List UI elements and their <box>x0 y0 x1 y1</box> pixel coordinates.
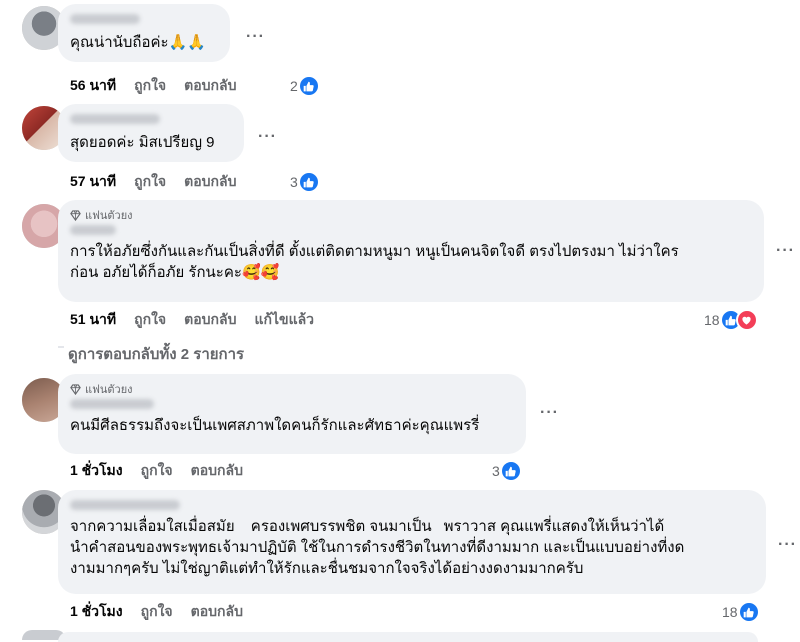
comment-text: คนมีศีลธรรมถึงจะเป็นเพศสภาพใดคนก็รักและศ… <box>70 417 480 434</box>
top-fan-badge: แฟนตัวยง <box>70 382 514 396</box>
more-options-button[interactable]: ··· <box>540 404 559 422</box>
comment-actions: 1 ชั่วโมง ถูกใจ ตอบกลับ <box>70 602 243 622</box>
author-name[interactable] <box>70 225 116 235</box>
author-name[interactable] <box>70 14 140 24</box>
diamond-icon <box>70 209 81 221</box>
diamond-icon <box>70 383 81 395</box>
reaction-summary[interactable]: 18 <box>704 309 758 331</box>
reply-button[interactable]: ตอบกลับ <box>184 171 236 193</box>
comment-text: สุดยอดค่ะ มิสเปรียญ 9 <box>70 134 215 151</box>
reaction-count: 18 <box>704 312 720 328</box>
comment-time[interactable]: 56 นาที <box>70 75 116 97</box>
author-name[interactable] <box>70 114 160 124</box>
comment-time[interactable]: 1 ชั่วโมง <box>70 460 123 482</box>
comment-bubble: แฟนตัวยง คนมีศีลธรรมถึงจะเป็นเพศสภาพใดคน… <box>58 374 526 454</box>
comment-actions: 57 นาที ถูกใจ ตอบกลับ <box>70 172 236 192</box>
comment-text: จากความเลื่อมใสเมื่อสมัย ครองเพศบรรพชิต… <box>70 518 685 577</box>
more-options-button[interactable]: ··· <box>778 536 797 554</box>
like-icon <box>737 601 760 623</box>
comment-text: การให้อภัยซึ่งกันและกันเป็นสิ่งที่ดี ตั้… <box>70 243 679 281</box>
view-replies-link[interactable]: ดูการตอบกลับทั้ง 2 รายการ <box>68 342 244 366</box>
reaction-summary[interactable]: 3 <box>290 171 320 193</box>
reply-button[interactable]: ตอบกลับ <box>191 460 243 482</box>
comment-bubble: สุดยอดค่ะ มิสเปรียญ 9 <box>58 104 244 162</box>
reaction-count: 2 <box>290 78 298 94</box>
reaction-summary[interactable]: 2 <box>290 75 320 97</box>
reaction-count: 3 <box>290 174 298 190</box>
comment-time[interactable]: 57 นาที <box>70 171 116 193</box>
reaction-summary[interactable]: 3 <box>492 460 522 482</box>
badge-label: แฟนตัวยง <box>85 210 133 222</box>
like-icon <box>499 460 522 482</box>
reaction-count: 18 <box>722 604 738 620</box>
comment-time[interactable]: 1 ชั่วโมง <box>70 601 123 623</box>
comment-bubble: แฟนตัวยง การให้อภัยซึ่งกันและกันเป็นสิ่ง… <box>58 200 764 302</box>
like-button[interactable]: ถูกใจ <box>141 601 173 623</box>
top-fan-badge: แฟนตัวยง <box>70 208 752 222</box>
comment-bubble: คุณน่านับถือค่ะ🙏🙏 <box>58 4 230 62</box>
love-icon <box>735 309 758 331</box>
more-options-button[interactable]: ··· <box>258 128 277 146</box>
like-button[interactable]: ถูกใจ <box>134 171 166 193</box>
like-button[interactable]: ถูกใจ <box>141 460 173 482</box>
badge-label: แฟนตัวยง <box>85 384 133 396</box>
comment-text: คุณน่านับถือค่ะ🙏🙏 <box>70 34 206 51</box>
reply-button[interactable]: ตอบกลับ <box>184 75 236 97</box>
thread-connector <box>58 346 64 348</box>
like-icon <box>297 75 320 97</box>
more-options-button[interactable]: ··· <box>776 242 795 260</box>
author-name[interactable] <box>70 500 180 510</box>
reply-button[interactable]: ตอบกลับ <box>191 601 243 623</box>
like-button[interactable]: ถูกใจ <box>134 75 166 97</box>
edited-label[interactable]: แก้ไขแล้ว <box>254 309 314 331</box>
comment-actions: 1 ชั่วโมง ถูกใจ ตอบกลับ <box>70 461 243 481</box>
more-options-button[interactable]: ··· <box>246 28 265 46</box>
comment-actions: 56 นาที ถูกใจ ตอบกลับ <box>70 76 236 96</box>
next-comment-bubble-edge <box>58 632 758 642</box>
comment-bubble: จากความเลื่อมใสเมื่อสมัย ครองเพศบรรพชิต… <box>58 490 766 594</box>
reaction-summary[interactable]: 18 <box>722 601 760 623</box>
like-button[interactable]: ถูกใจ <box>134 309 166 331</box>
comment-time[interactable]: 51 นาที <box>70 309 116 331</box>
reaction-count: 3 <box>492 463 500 479</box>
like-icon <box>297 171 320 193</box>
author-name[interactable] <box>70 399 154 409</box>
reply-button[interactable]: ตอบกลับ <box>184 309 236 331</box>
comment-actions: 51 นาที ถูกใจ ตอบกลับ แก้ไขแล้ว <box>70 310 314 330</box>
